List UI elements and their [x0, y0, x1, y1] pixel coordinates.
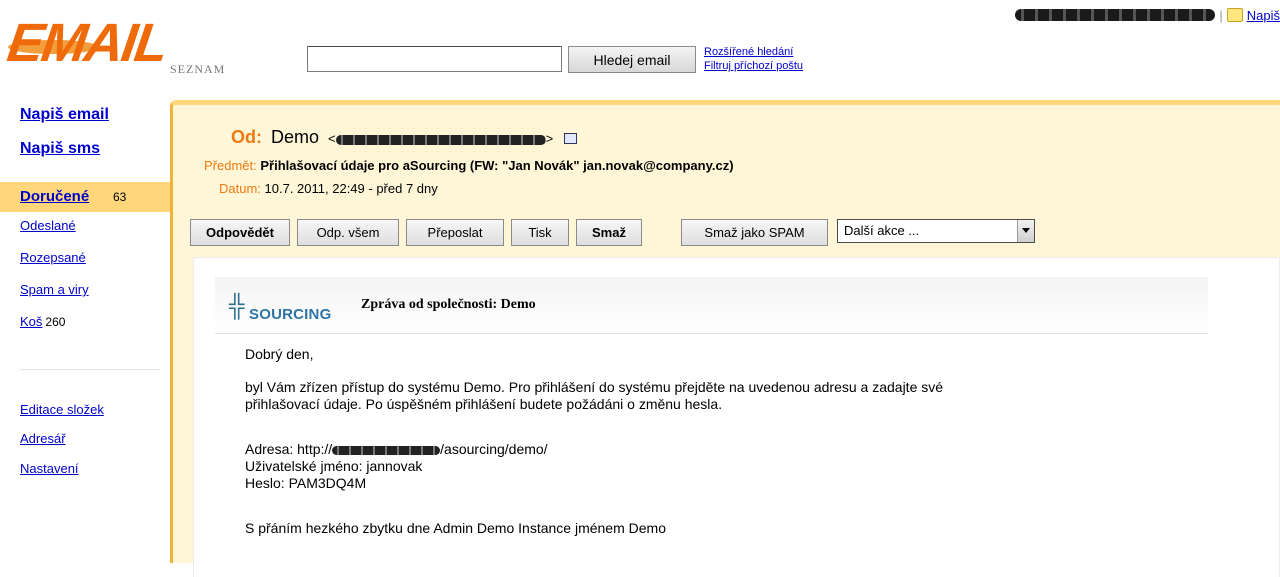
redacted-email: [335, 134, 546, 145]
sidebar-item-label: Doručené: [20, 188, 90, 205]
sidebar-item-label: Odeslané: [20, 218, 76, 233]
address-suffix: /asourcing/demo/: [440, 441, 548, 457]
forward-button[interactable]: Přeposlat: [406, 219, 504, 246]
sidebar-item-address-book[interactable]: Adresář: [20, 431, 66, 446]
note-icon: [1226, 8, 1243, 22]
advanced-search-link[interactable]: Rozšířené hledání: [704, 45, 803, 59]
subject-text: Přihlašovací údaje pro aSourcing (FW: "J…: [260, 158, 734, 173]
sidebar-item-label: Nastavení: [20, 461, 79, 476]
date-text: 10.7. 2011, 22:49 - před 7 dny: [264, 181, 438, 196]
sidebar-item-label: Koš: [20, 314, 43, 329]
user-email-redacted: [1015, 9, 1216, 21]
date-label: Datum:: [219, 181, 261, 196]
filter-incoming-link[interactable]: Filtruj příchozí poštu: [704, 59, 803, 73]
asourcing-logo: ╬ SOURCING: [229, 293, 349, 325]
password-line: Heslo: PAM3DQ4M: [245, 475, 367, 491]
print-button[interactable]: Tisk: [511, 219, 569, 246]
search-links: Rozšířené hledání Filtruj příchozí poštu: [704, 45, 803, 73]
reply-all-button[interactable]: Odp. všem: [297, 219, 399, 246]
delete-button[interactable]: Smaž: [576, 219, 642, 246]
username-line: Uživatelské jméno: jannovak: [245, 458, 423, 474]
more-actions-value: Další akce ...: [844, 223, 920, 238]
company-header: ╬ SOURCING Zpráva od společnosti: Demo: [215, 277, 1208, 334]
address-prefix: Adresa: http://: [245, 441, 333, 457]
redacted-domain: [332, 445, 441, 455]
address-line: Adresa: http:// /asourcing/demo/: [245, 441, 548, 458]
subject-row: Předmět: Přihlašovací údaje pro aSourcin…: [204, 158, 734, 173]
more-actions-select[interactable]: Další akce ...: [837, 219, 1035, 243]
date-row: Datum: 10.7. 2011, 22:49 - před 7 dny: [219, 181, 438, 196]
seznam-email-logo[interactable]: EMAIL SEZNAM: [4, 12, 248, 78]
sidebar-item-edit-folders[interactable]: Editace složek: [20, 402, 104, 417]
sidebar-item-settings[interactable]: Nastavení: [20, 461, 79, 476]
sidebar-item-label: Editace složek: [20, 402, 104, 417]
unread-count: 63: [113, 190, 127, 204]
sidebar-item-trash[interactable]: Koš 260: [20, 314, 65, 329]
search-button[interactable]: Hledej email: [568, 46, 696, 73]
sidebar-item-label: Spam a viry: [20, 282, 89, 297]
sidebar-item-drafts[interactable]: Rozepsané: [20, 250, 86, 265]
message-body: ╬ SOURCING Zpráva od společnosti: Demo D…: [193, 257, 1280, 577]
brand-mark-icon: ╬: [229, 293, 245, 318]
sidebar-item-sent[interactable]: Odeslané: [20, 218, 76, 233]
separator: |: [1219, 7, 1223, 23]
logo-subtext: SEZNAM: [170, 62, 226, 76]
sender-email: < >: [328, 131, 554, 146]
from-label: Od:: [231, 127, 262, 147]
closing-line: S přáním hezkého zbytku dne Admin Demo I…: [245, 520, 666, 536]
add-contact-icon[interactable]: [564, 132, 578, 144]
from-line: Od: Demo < >: [231, 127, 578, 148]
sidebar-item-label: Rozepsané: [20, 250, 86, 265]
chevron-down-icon[interactable]: [1017, 220, 1034, 242]
user-bar: | Napiš: [1015, 5, 1280, 25]
paragraph-line: přihlašovací údaje. Po úspěšném přihláše…: [245, 396, 723, 412]
brand-text: SOURCING: [249, 306, 332, 323]
compose-sms-link[interactable]: Napiš sms: [20, 140, 100, 158]
logo-text: EMAIL: [3, 13, 171, 73]
delete-spam-button[interactable]: Smaž jako SPAM: [681, 219, 828, 246]
paragraph-line: byl Vám zřízen přístup do systému Demo. …: [245, 379, 944, 395]
write-link[interactable]: Napiš: [1247, 8, 1280, 23]
sender-name: Demo: [271, 127, 320, 147]
sidebar-item-label: Adresář: [20, 431, 66, 446]
sidebar-divider: [20, 369, 160, 370]
compose-email-link[interactable]: Napiš email: [20, 106, 109, 124]
greeting: Dobrý den,: [245, 346, 314, 362]
trash-count: 260: [45, 315, 66, 329]
sidebar-item-inbox[interactable]: Doručené 63: [0, 182, 170, 212]
reply-button[interactable]: Odpovědět: [190, 219, 290, 246]
company-title: Zpráva od společnosti: Demo: [361, 297, 536, 312]
subject-label: Předmět:: [204, 158, 257, 173]
sidebar-item-spam[interactable]: Spam a viry: [20, 282, 89, 297]
search-input[interactable]: [307, 46, 562, 72]
message-panel: Od: Demo < > Předmět: Přihlašovací údaje …: [170, 100, 1280, 577]
